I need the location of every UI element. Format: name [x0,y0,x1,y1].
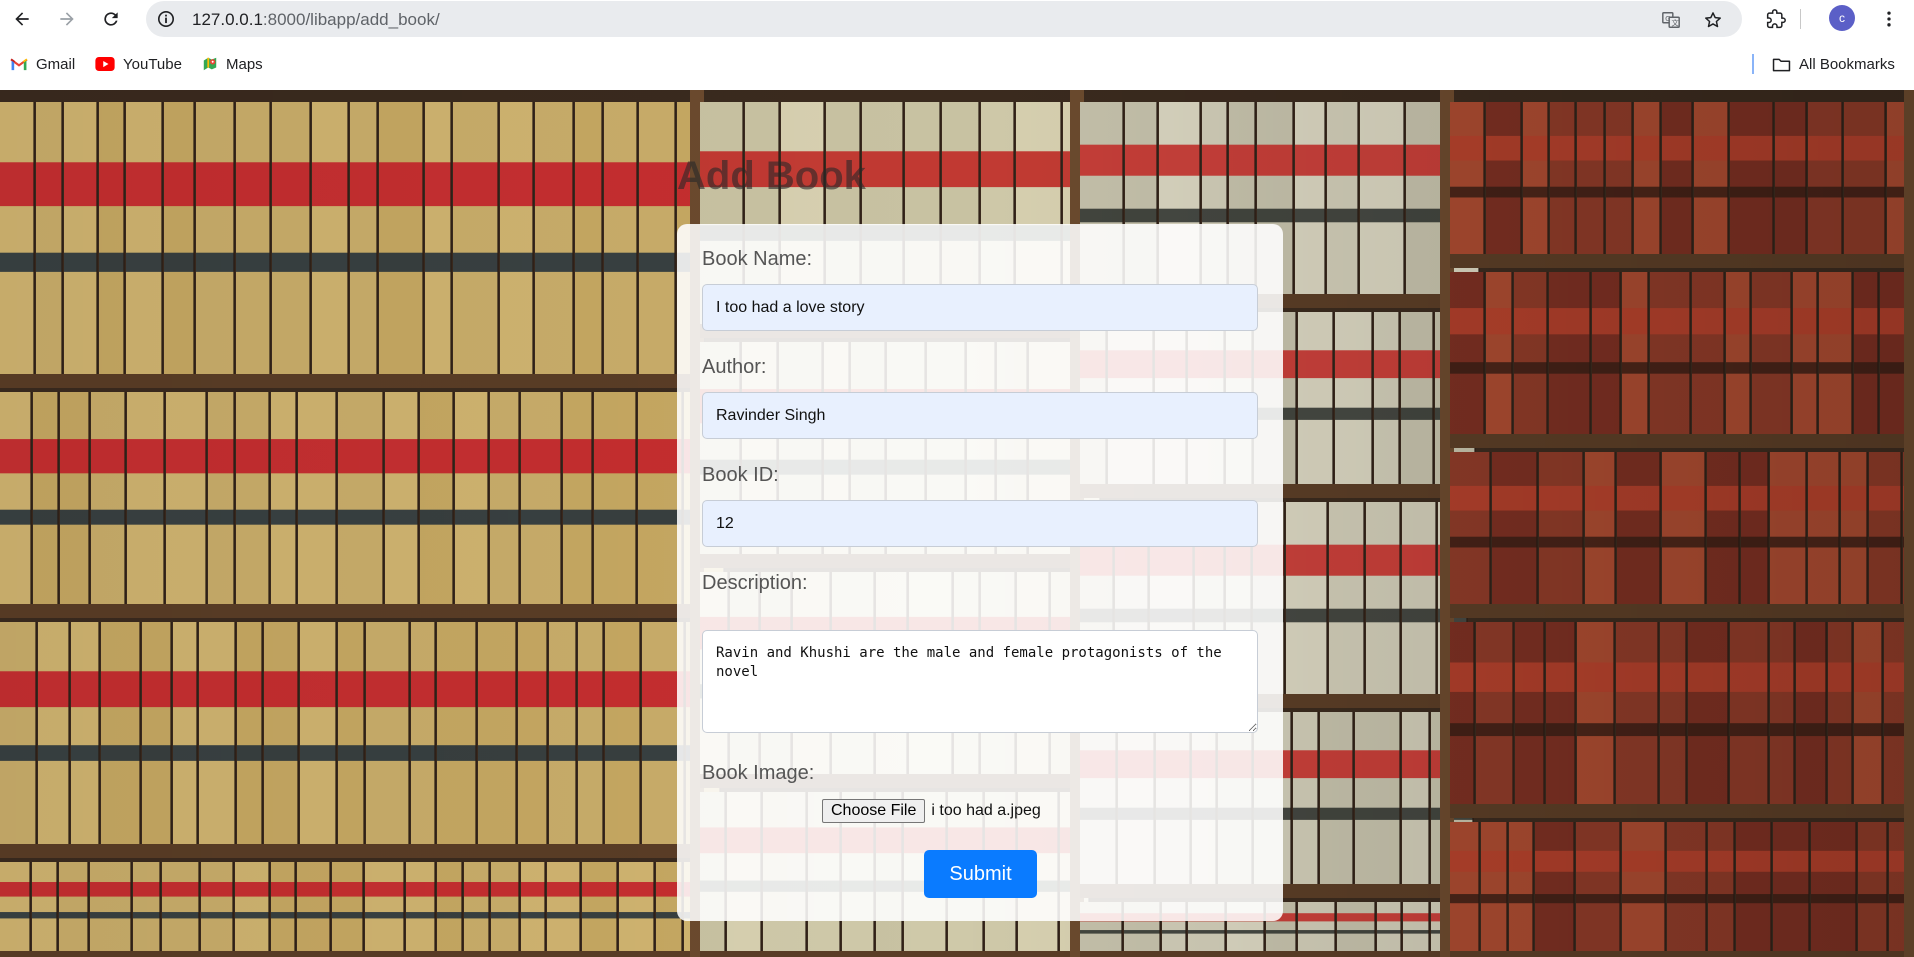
bookmarks-separator [1752,54,1754,74]
forward-arrow-icon [60,12,74,26]
add-book-form: Book Name: Author: Book ID: Description:… [677,224,1283,921]
book-id-input[interactable] [702,500,1258,547]
youtube-icon [95,57,115,71]
url-path: :8000/libapp/add_book/ [262,10,440,29]
bookmark-label: Maps [226,55,263,73]
bookmarks-bar: Gmail YouTube Maps All Bookmarks [0,38,1914,90]
choose-file-button[interactable]: Choose File [822,799,926,823]
maps-icon [203,57,217,71]
url-host: 127.0.0.1 [192,10,263,29]
svg-text:文: 文 [1671,18,1679,27]
bookmark-label: Gmail [36,55,76,73]
browser-menu-icon[interactable] [1876,6,1902,32]
gmail-icon [10,58,28,71]
forward-button[interactable] [53,5,81,33]
book-name-input[interactable] [702,284,1258,331]
book-name-label: Book Name: [702,248,813,270]
browser-toolbar: 127.0.0.1:8000/libapp/add_book/ G文 c [0,0,1914,38]
back-arrow-icon [15,12,29,26]
address-bar[interactable]: 127.0.0.1:8000/libapp/add_book/ G文 [146,1,1742,37]
bookmark-maps[interactable]: Maps [202,53,263,75]
folder-icon [1772,58,1791,71]
profile-avatar[interactable]: c [1829,5,1855,31]
site-info-icon[interactable] [156,9,176,29]
submit-button[interactable]: Submit [924,850,1037,898]
bookmark-youtube[interactable]: YouTube [95,53,182,75]
url-text: 127.0.0.1:8000/libapp/add_book/ [192,10,440,30]
author-label: Author: [702,356,767,378]
selected-file-name: i too had a.jpeg [931,802,1041,819]
description-textarea[interactable]: Ravin and Khushi are the male and female… [702,630,1258,733]
book-image-label: Book Image: [702,762,815,784]
author-input[interactable] [702,392,1258,439]
back-button[interactable] [8,5,36,33]
bookmark-label: YouTube [123,55,182,73]
translate-icon[interactable]: G文 [1660,9,1682,31]
all-bookmarks-button[interactable]: All Bookmarks [1772,53,1895,75]
reload-icon [104,12,118,26]
extensions-icon[interactable] [1763,6,1789,32]
reload-button[interactable] [97,5,125,33]
toolbar-divider [1800,9,1801,29]
book-id-label: Book ID: [702,464,779,486]
description-label: Description: [702,572,808,594]
bookmark-star-icon[interactable] [1702,9,1724,31]
bookmark-gmail[interactable]: Gmail [10,53,75,75]
page-content: Add Book Book Name: Author: Book ID: Des… [0,90,1914,957]
all-bookmarks-label: All Bookmarks [1799,55,1895,73]
page-title: Add Book [677,154,866,198]
book-image-file-input: Choose File i too had a.jpeg [822,799,1041,823]
